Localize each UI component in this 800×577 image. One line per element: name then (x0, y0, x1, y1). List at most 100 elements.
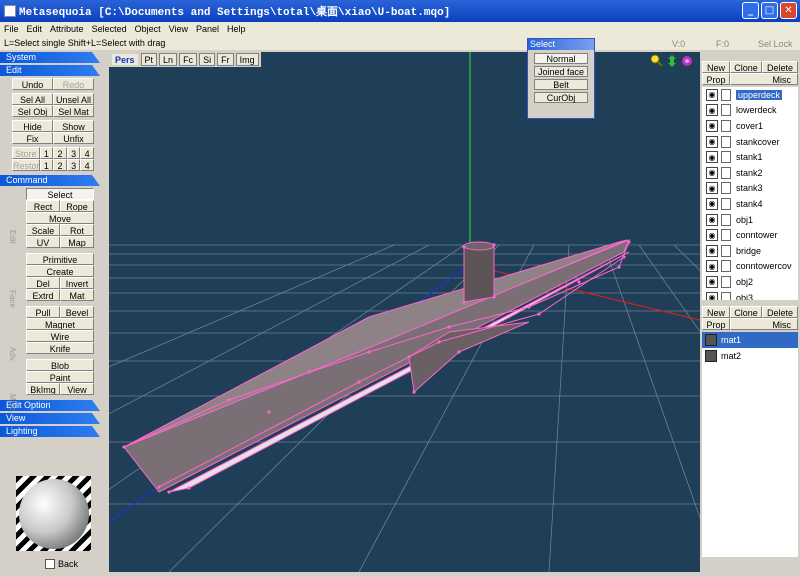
tab-ln[interactable]: Ln (159, 53, 178, 66)
pan-icon[interactable] (668, 55, 676, 67)
tab-fc[interactable]: Fc (179, 53, 198, 66)
restore-slot-2[interactable]: 2 (53, 159, 67, 171)
sel-lock-button[interactable]: Sel Lock (758, 37, 793, 49)
list-item[interactable]: ◉ obj3 (702, 290, 798, 300)
list-item[interactable]: ◉ cover1 (702, 118, 798, 134)
tab-fr[interactable]: Fr (217, 53, 234, 66)
bevel-button[interactable]: Bevel (60, 306, 94, 318)
view-section[interactable]: View (0, 413, 100, 424)
tab-img[interactable]: Img (235, 53, 259, 66)
tab-pt[interactable]: Pt (140, 53, 158, 66)
object-new-button[interactable]: New (702, 61, 730, 73)
eye-icon[interactable]: ◉ (706, 151, 718, 164)
create-button[interactable]: Create (26, 265, 94, 277)
store-button[interactable]: Store (12, 147, 40, 159)
del-button[interactable]: Del (26, 277, 60, 289)
object-misc-button[interactable]: Misc (730, 73, 798, 85)
list-item[interactable]: ◉ obj2 (702, 274, 798, 290)
pull-button[interactable]: Pull (26, 306, 60, 318)
rect-button[interactable]: Rect (26, 200, 60, 212)
eye-icon[interactable]: ◉ (706, 229, 718, 242)
back-checkbox-box[interactable] (45, 559, 55, 569)
eye-icon[interactable]: ◉ (706, 166, 718, 179)
unsel-all-button[interactable]: Unsel All (53, 93, 94, 105)
eye-icon[interactable]: ◉ (706, 260, 718, 273)
lock-icon[interactable] (721, 166, 731, 179)
lock-icon[interactable] (721, 151, 731, 164)
lock-icon[interactable] (721, 88, 731, 101)
material-new-button[interactable]: New (702, 306, 730, 318)
tab-pers[interactable]: Pers (111, 53, 139, 66)
select-curobj-option[interactable]: CurObj (534, 92, 588, 103)
knife-button[interactable]: Knife (26, 342, 94, 354)
lock-icon[interactable] (721, 119, 731, 132)
list-item[interactable]: mat2 (702, 348, 798, 364)
show-button[interactable]: Show (53, 120, 94, 132)
lock-icon[interactable] (721, 244, 731, 257)
list-item[interactable]: ◉ stank1 (702, 149, 798, 165)
eye-icon[interactable]: ◉ (706, 135, 718, 148)
extrd-button[interactable]: Extrd (26, 289, 60, 301)
material-prop-button[interactable]: Prop (702, 318, 730, 330)
list-item[interactable]: ◉ upperdeck (702, 87, 798, 103)
select-belt-option[interactable]: Belt (534, 79, 588, 90)
menu-file[interactable]: File (4, 24, 19, 34)
eye-icon[interactable]: ◉ (706, 244, 718, 257)
unfix-button[interactable]: Unfix (53, 132, 94, 144)
list-item[interactable]: ◉ obj1 (702, 212, 798, 228)
eye-icon[interactable]: ◉ (706, 88, 718, 101)
restore-slot-4[interactable]: 4 (80, 159, 94, 171)
mat-button[interactable]: Mat (60, 289, 94, 301)
move-button[interactable]: Move (26, 212, 94, 224)
primitive-button[interactable]: Primitive (26, 253, 94, 265)
lock-icon[interactable] (721, 213, 731, 226)
list-item[interactable]: ◉ conntower (702, 227, 798, 243)
store-slot-4[interactable]: 4 (80, 147, 94, 159)
lock-icon[interactable] (721, 182, 731, 195)
lock-icon[interactable] (721, 291, 731, 300)
maximize-button[interactable]: □ (761, 2, 778, 19)
sel-obj-button[interactable]: Sel Obj (12, 105, 53, 117)
eye-icon[interactable]: ◉ (706, 213, 718, 226)
3d-viewport[interactable]: Pers Pt Ln Fc Si Fr Img (109, 52, 700, 572)
bkimg-button[interactable]: BkImg (26, 383, 60, 395)
map-button[interactable]: Map (60, 236, 94, 248)
magnet-button[interactable]: Magnet (26, 318, 94, 330)
hide-button[interactable]: Hide (12, 120, 53, 132)
object-prop-button[interactable]: Prop (702, 73, 730, 85)
restore-button[interactable]: Restore (12, 159, 40, 171)
invert-button[interactable]: Invert (60, 277, 94, 289)
command-section[interactable]: Command (0, 175, 100, 186)
lock-icon[interactable] (721, 104, 731, 117)
list-item[interactable]: ◉ conntowercov (702, 259, 798, 275)
list-item[interactable]: ◉ stank3 (702, 181, 798, 197)
material-misc-button[interactable]: Misc (730, 318, 798, 330)
select-command-button[interactable]: Select (26, 188, 94, 200)
paint-button[interactable]: Paint (26, 371, 94, 383)
zoom-icon[interactable] (650, 54, 663, 67)
lock-icon[interactable] (721, 135, 731, 148)
list-item[interactable]: mat1 (702, 332, 798, 348)
rope-button[interactable]: Rope (60, 200, 94, 212)
scale-button[interactable]: Scale (26, 224, 60, 236)
eye-icon[interactable]: ◉ (706, 182, 718, 195)
list-item[interactable]: ◉ stank4 (702, 196, 798, 212)
store-slot-1[interactable]: 1 (39, 147, 54, 159)
fix-button[interactable]: Fix (12, 132, 53, 144)
close-button[interactable]: ✕ (780, 2, 797, 19)
restore-slot-1[interactable]: 1 (39, 159, 54, 171)
menu-selected[interactable]: Selected (92, 24, 127, 34)
uv-button[interactable]: UV (26, 236, 60, 248)
rotate-icon[interactable] (682, 56, 692, 66)
menu-attribute[interactable]: Attribute (50, 24, 84, 34)
material-delete-button[interactable]: Delete (762, 306, 798, 318)
eye-icon[interactable]: ◉ (706, 275, 718, 288)
object-delete-button[interactable]: Delete (762, 61, 798, 73)
lighting-section[interactable]: Lighting (0, 426, 100, 437)
list-item[interactable]: ◉ stank2 (702, 165, 798, 181)
eye-icon[interactable]: ◉ (706, 104, 718, 117)
redo-button[interactable]: Redo (53, 78, 94, 90)
eye-icon[interactable]: ◉ (706, 291, 718, 300)
tab-si[interactable]: Si (199, 53, 216, 66)
rot-button[interactable]: Rot (60, 224, 94, 236)
